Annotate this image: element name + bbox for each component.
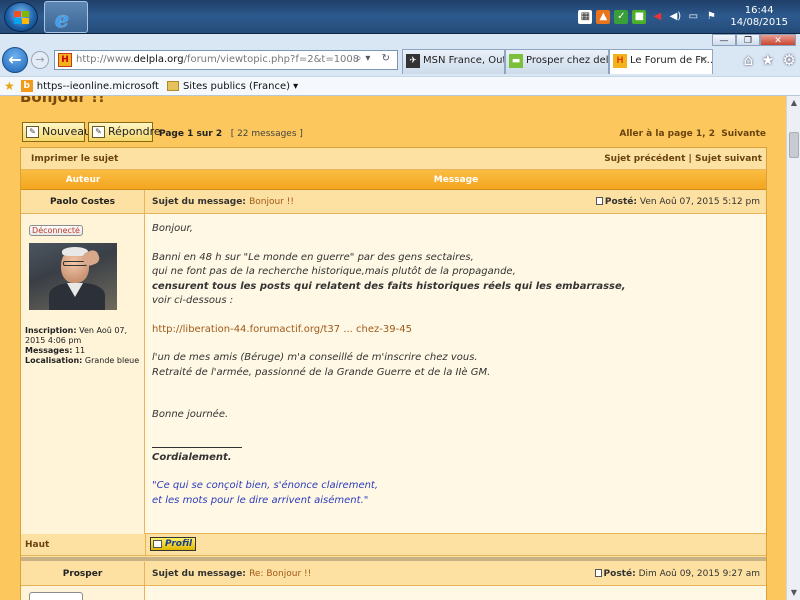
post-header-row: Paolo Costes Sujet du message: Bonjour !… (21, 190, 766, 214)
goto-page: Aller à la page 1, 2 Suivante (619, 129, 766, 139)
browser-tools: ⌂ ★ ⚙ (744, 51, 796, 69)
back-to-top-link[interactable]: Haut (25, 540, 49, 550)
system-tray: ▦ ▲ ✓ ■ ◀ ◀) ▭ ⚑ 16:44 14/08/2015 (578, 0, 800, 34)
scroll-up-icon[interactable]: ▲ (789, 98, 799, 108)
back-button[interactable]: ← (2, 47, 28, 73)
topic-tools-row: Imprimer le sujet Sujet précédent | Suje… (21, 148, 766, 170)
taskbar: e ▦ ▲ ✓ ■ ◀ ◀) ▭ ⚑ 16:44 14/08/2015 (0, 0, 800, 34)
update-icon[interactable]: ▲ (596, 10, 611, 24)
post-icon (594, 569, 602, 577)
post-header-row: Prosper Sujet du message: Re: Bonjour !!… (21, 562, 766, 586)
clock-time: 16:44 (744, 5, 774, 16)
msn-icon: ✈ (406, 54, 420, 68)
volume-icon[interactable]: ◀) (668, 10, 682, 24)
print-topic-link[interactable]: Imprimer le sujet (31, 154, 118, 164)
column-header-message: Message (433, 175, 479, 185)
document-icon: ✎ (92, 126, 105, 138)
close-button[interactable]: ✕ (760, 34, 796, 46)
avatar (29, 243, 117, 310)
status-badge: Déconnecté (29, 225, 83, 236)
favorites-bar: ★ b https--ieonline.microsoft Sites publ… (0, 76, 800, 96)
bing-icon: b (20, 80, 33, 92)
post-author[interactable]: Paolo Costes (21, 190, 145, 214)
post-separator (21, 557, 766, 561)
tab-prosper[interactable]: ▬ Prosper chez delpl... (505, 49, 609, 74)
flag-icon[interactable]: ⚑ (704, 10, 718, 24)
window-controls: — ❐ ✕ (712, 34, 796, 46)
navigation-bar: ← → H http://www.delpla.org/forum/viewto… (0, 46, 800, 74)
author-profile: Déconnecté Inscription: Ven Aoû 07, 2015… (21, 214, 145, 534)
start-button[interactable] (4, 2, 38, 32)
scroll-down-icon[interactable]: ▼ (789, 588, 799, 598)
table-header: Auteur Message (21, 170, 766, 190)
post-message: Bonjour, Banni en 48 h sur "Le monde en … (152, 222, 752, 508)
internet-explorer-icon: e (55, 7, 69, 33)
alert-icon[interactable]: ◀ (650, 10, 664, 24)
gear-icon[interactable]: ⚙ (783, 51, 796, 69)
tab-close-icon[interactable]: ✕ (700, 50, 708, 72)
tab-msn[interactable]: ✈ MSN France, Outl... (402, 49, 505, 74)
next-topic-link[interactable]: Sujet suivant (695, 154, 762, 164)
nvidia-icon[interactable]: ■ (632, 10, 647, 24)
profile-icon (153, 540, 162, 548)
add-favorite-icon[interactable]: ★ (4, 79, 15, 93)
document-icon: ✎ (26, 126, 39, 138)
clock[interactable]: 16:44 14/08/2015 (730, 5, 788, 29)
new-topic-button[interactable]: ✎ Nouveau (22, 122, 91, 142)
post-subject: Sujet du message: Bonjour !! (152, 197, 294, 207)
profile-button[interactable]: Profil (150, 537, 197, 551)
post-date: Posté: Dim Aoû 09, 2015 9:27 am (594, 569, 760, 579)
site-h-icon: H (613, 54, 627, 68)
forward-button[interactable]: → (31, 51, 49, 69)
post-icon (595, 197, 603, 205)
topic-table: Imprimer le sujet Sujet précédent | Suje… (20, 147, 767, 600)
external-link[interactable]: http://liberation-44.forumactif.org/t37 … (152, 323, 752, 338)
browser-chrome: — ❐ ✕ ← → H http://www.delpla.org/forum/… (0, 34, 800, 96)
site-favicon-icon: H (58, 53, 72, 67)
vertical-scrollbar[interactable]: ▲ ▼ (786, 96, 800, 600)
favorite-item[interactable]: b https--ieonline.microsoft (20, 80, 159, 92)
topic-title: Bonjour !! (20, 96, 105, 106)
column-header-author: Auteur (65, 175, 101, 185)
author-profile (21, 586, 145, 600)
pagination-info: Page 1 sur 2 [ 22 messages ] (159, 129, 303, 139)
home-icon[interactable]: ⌂ (744, 51, 754, 69)
page-link-1[interactable]: 1, (696, 129, 706, 139)
post-subject: Sujet du message: Re: Bonjour !! (152, 569, 312, 579)
chevron-down-icon: ▾ (293, 80, 299, 92)
post-author[interactable]: Prosper (21, 562, 145, 586)
topic-nav: Sujet précédent | Sujet suivant (604, 154, 762, 164)
prev-topic-link[interactable]: Sujet précédent (604, 154, 685, 164)
forum-comment-icon: ▬ (509, 54, 523, 68)
tab-label: Prosper chez delpl... (526, 55, 609, 66)
ie-taskbar-button[interactable]: e (44, 1, 88, 33)
address-bar[interactable]: H http://www.delpla.org/forum/viewtopic.… (54, 50, 398, 70)
security-icon[interactable]: ✓ (614, 10, 629, 24)
signature-divider (152, 446, 242, 448)
profile-info: Inscription: Ven Aoû 07, 2015 4:06 pm Me… (25, 326, 140, 365)
next-page-link[interactable]: Suivante (721, 129, 766, 139)
scroll-thumb[interactable] (789, 132, 799, 158)
network-icon[interactable]: ▭ (686, 10, 700, 24)
url-text: http://www.delpla.org/forum/viewtopic.ph… (76, 54, 360, 65)
tab-label: MSN France, Outl... (423, 55, 505, 66)
status-badge (29, 592, 83, 600)
maximize-button[interactable]: ❐ (736, 34, 760, 46)
action-center-icon[interactable]: ▦ (578, 10, 593, 24)
reply-button[interactable]: ✎ Répondre (88, 122, 161, 142)
windows-flag-icon (14, 11, 30, 25)
post-body-row (21, 586, 766, 600)
page-link-2[interactable]: 2 (709, 129, 715, 139)
favorite-folder[interactable]: Sites publics (France) ▾ (166, 80, 299, 92)
tab-forum-active[interactable]: H Le Forum de Fr... ✕ (609, 49, 713, 74)
clock-date: 14/08/2015 (730, 17, 788, 28)
folder-icon (166, 81, 179, 91)
page-content: Bonjour !! ✎ Nouveau ✎ Répondre Page 1 s… (0, 96, 786, 600)
minimize-button[interactable]: — (712, 34, 736, 46)
post-date: Posté: Ven Aoû 07, 2015 5:12 pm (595, 197, 760, 207)
favorites-star-icon[interactable]: ★ (761, 51, 774, 69)
post-footer-row: Haut Profil (21, 534, 766, 556)
post-body-row: Déconnecté Inscription: Ven Aoû 07, 2015… (21, 214, 766, 534)
search-refresh-icons[interactable]: ⌕▾ ↻ (356, 53, 394, 64)
